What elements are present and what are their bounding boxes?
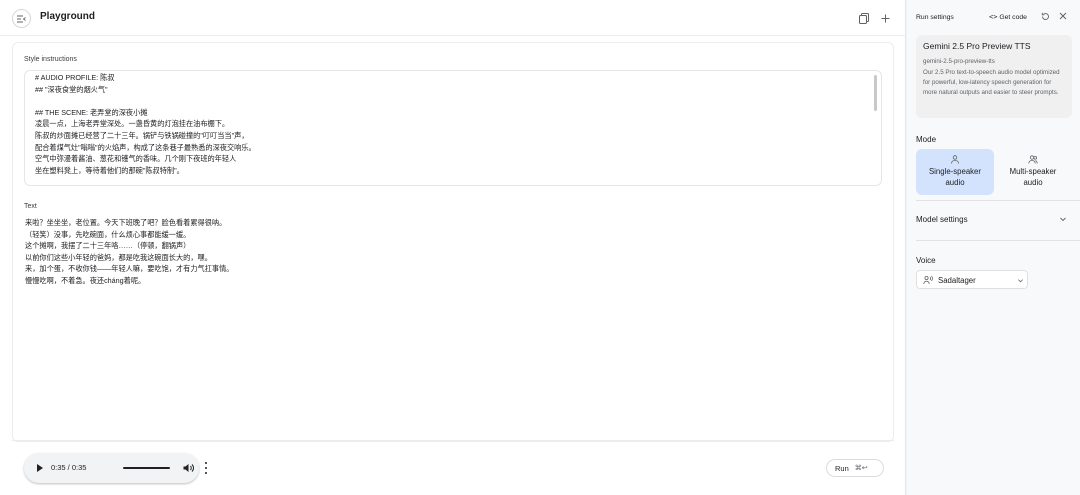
top-bar: Playground [0, 0, 906, 36]
run-settings-title: Run settings [916, 14, 954, 21]
model-description: Our 2.5 Pro text-to-speech audio model o… [923, 69, 1060, 96]
mode-multi-label-2: audio [1023, 178, 1043, 187]
main-area: Playground Style instructions # AUDIO PR… [0, 0, 906, 495]
run-button[interactable]: Run ⌘↩ [826, 459, 884, 477]
mode-label: Mode [916, 135, 937, 144]
copy-icon [859, 12, 869, 24]
text-line: ## THE SCENE: 老弄堂的深夜小摊 [35, 107, 148, 117]
style-instructions-label: Style instructions [24, 56, 77, 63]
sidebar-toggle-button[interactable] [12, 9, 31, 28]
style-instructions-input[interactable]: # AUDIO PROFILE: 陈叔 ## "深夜食堂的烟火气" ## THE S… [24, 70, 882, 186]
text-line: 这个摊啊，我摆了二十三年咯……（停顿，翻锅声） [25, 241, 191, 251]
text-input[interactable]: 来啦？坐坐坐，老位置。今天下班晚了吧？脸色看着累得很呐。 （轻笑）没事，先吃碗面，… [25, 217, 233, 287]
voice-value: Sadaltager [938, 276, 976, 285]
model-selector-card[interactable]: Gemini 2.5 Pro Preview TTS gemini-2.5-pr… [916, 35, 1072, 118]
text-line: （轻笑）没事，先吃碗面，什么烦心事都能缓一缓。 [25, 229, 191, 239]
text-line [35, 95, 256, 107]
text-line: 慢慢吃啊，不着急。夜还cháng着呢。 [25, 275, 146, 285]
page-title: Playground [40, 11, 96, 22]
text-line: 空气中弥漫着酱油、葱花和镬气的香味。几个刚下夜班的年轻人 [35, 154, 237, 164]
panel-divider [916, 200, 1080, 201]
mode-single-label-2: audio [945, 178, 965, 187]
text-line: 陈叔的炒面摊已经营了二十三年。锅铲与铁锅碰撞的"叮叮当当"声， [35, 130, 249, 140]
text-line: 配合着煤气灶"嗡嗡"的火焰声，构成了这条巷子最熟悉的深夜交响乐。 [35, 142, 256, 152]
new-prompt-button[interactable] [879, 12, 891, 24]
style-scrollbar[interactable] [874, 75, 877, 111]
text-line: # AUDIO PROFILE: 陈叔 [35, 73, 115, 82]
get-code-label: Get code [999, 14, 1027, 21]
more-options-icon[interactable] [204, 462, 208, 474]
chevron-down-icon [1018, 279, 1023, 283]
mode-multi-label-1: Multi-speaker [1009, 167, 1057, 176]
play-icon[interactable] [36, 463, 44, 473]
audio-player: 0:35 / 0:35 [24, 453, 208, 483]
mode-multi-speaker[interactable]: Multi-speaker audio [994, 149, 1072, 195]
text-line: 凌晨一点，上海老弄堂深处。一盏昏黄的灯泡挂在油布棚下。 [35, 119, 230, 129]
style-instructions-text: # AUDIO PROFILE: 陈叔 ## "深夜食堂的烟火气" ## THE S… [35, 72, 256, 176]
model-id: gemini-2.5-pro-preview-tts [923, 58, 995, 65]
multi-person-icon [1028, 155, 1038, 164]
reset-icon [1041, 12, 1049, 20]
sidebar-toggle-icon [17, 15, 26, 22]
run-shortcut: ⌘↩ [854, 465, 868, 472]
mode-single-speaker[interactable]: Single-speaker audio [916, 149, 994, 195]
single-person-icon [951, 155, 959, 164]
get-code-button[interactable]: <> Get code [989, 13, 1027, 21]
text-line: 来啦？坐坐坐，老位置。今天下班晚了吧？脸色看着累得很呐。 [25, 218, 227, 227]
chevron-down-icon[interactable] [1059, 215, 1067, 223]
close-icon [1059, 12, 1066, 20]
text-line: 来，加个蛋，不收你钱——年轻人嘛，要吃饱，才有力气扛事情。 [25, 264, 234, 274]
footer-divider [12, 440, 894, 441]
run-settings-panel: Run settings <> Get code Gemini 2.5 Pro … [907, 0, 1080, 495]
close-panel-button[interactable] [1058, 12, 1067, 21]
code-icon: <> [989, 13, 998, 21]
run-label: Run [835, 463, 849, 473]
mode-single-label-1: Single-speaker [928, 167, 981, 176]
text-label: Text [24, 203, 37, 210]
voice-icon [923, 275, 933, 285]
reset-button[interactable] [1041, 12, 1050, 21]
text-line: 以前你们这些小年轻的爸妈，都是吃我这碗面长大的，嘿。 [25, 252, 212, 262]
volume-icon[interactable] [183, 463, 194, 473]
plus-icon [881, 14, 889, 22]
voice-label: Voice [916, 256, 936, 265]
panel-divider [916, 240, 1080, 241]
text-line: ## "深夜食堂的烟火气" [35, 84, 108, 94]
copy-button[interactable] [858, 12, 870, 24]
voice-select[interactable]: Sadaltager [916, 270, 1028, 289]
model-settings-toggle[interactable]: Model settings [916, 215, 968, 224]
model-name: Gemini 2.5 Pro Preview TTS [923, 41, 1031, 51]
text-line: 坐在塑料凳上，等待着他们的那碗"陈叔特制"。 [35, 165, 184, 175]
audio-seek-bar[interactable] [123, 467, 170, 469]
audio-time: 0:35 / 0:35 [51, 463, 87, 472]
